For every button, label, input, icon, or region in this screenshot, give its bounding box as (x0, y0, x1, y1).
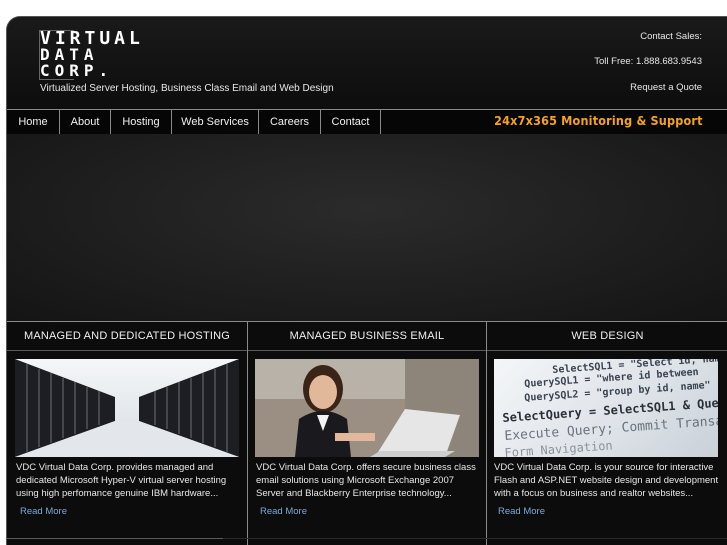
contact-sales-label: Contact Sales: (640, 31, 702, 42)
server-rack-image (15, 359, 239, 457)
site-logo[interactable]: VIRTUAL DATA CORP. (39, 28, 182, 80)
logo-line-2: DATA (40, 45, 99, 64)
site-tagline: Virtualized Server Hosting, Business Cla… (40, 83, 334, 94)
nav-web-services[interactable]: Web Services (172, 110, 259, 134)
column-email: MANAGED BUSINESS EMAIL VDC Virtual Data … (248, 321, 486, 545)
logo-line-1: VIRTUAL (40, 28, 144, 49)
main-nav: Home About Hosting Web Services Careers … (7, 109, 727, 135)
toll-free-number: Toll Free: 1.888.683.9543 (594, 56, 702, 67)
column-heading: WEB DESIGN (487, 322, 727, 351)
column-description: VDC Virtual Data Corp. is your source fo… (494, 462, 719, 499)
column-web-design: WEB DESIGN SelectSQL1 = "Select id, name… (487, 321, 727, 545)
request-quote-link[interactable]: Request a Quote (630, 82, 702, 93)
business-woman-image (255, 359, 479, 457)
read-more-link[interactable]: Read More (498, 506, 545, 517)
page-frame: VIRTUAL DATA CORP. Virtualized Server Ho… (6, 16, 727, 545)
nav-contact[interactable]: Contact (321, 110, 381, 134)
column-hosting: MANAGED AND DEDICATED HOSTING VDC Virtua… (7, 321, 247, 545)
footer-rule (223, 538, 727, 539)
feature-columns: MANAGED AND DEDICATED HOSTING VDC Virtua… (7, 321, 727, 545)
read-more-link[interactable]: Read More (20, 506, 67, 517)
nav-home[interactable]: Home (7, 110, 60, 134)
footer-rule (7, 538, 223, 539)
column-description: VDC Virtual Data Corp. provides managed … (16, 462, 227, 499)
logo-line-3: CORP. (40, 61, 114, 80)
nav-about[interactable]: About (60, 110, 111, 134)
nav-careers[interactable]: Careers (259, 110, 321, 134)
code-screen-image: SelectSQL1 = "Select id, name, quantity … (494, 359, 718, 457)
nav-hosting[interactable]: Hosting (111, 110, 172, 134)
column-heading: MANAGED AND DEDICATED HOSTING (7, 322, 247, 351)
site-header: VIRTUAL DATA CORP. Virtualized Server Ho… (7, 17, 727, 109)
monitoring-support-banner: 24x7x365 Monitoring & Support (494, 113, 703, 128)
column-heading: MANAGED BUSINESS EMAIL (248, 322, 486, 351)
hero-banner (7, 134, 727, 321)
read-more-link[interactable]: Read More (260, 506, 307, 517)
column-description: VDC Virtual Data Corp. offers secure bus… (256, 462, 476, 499)
